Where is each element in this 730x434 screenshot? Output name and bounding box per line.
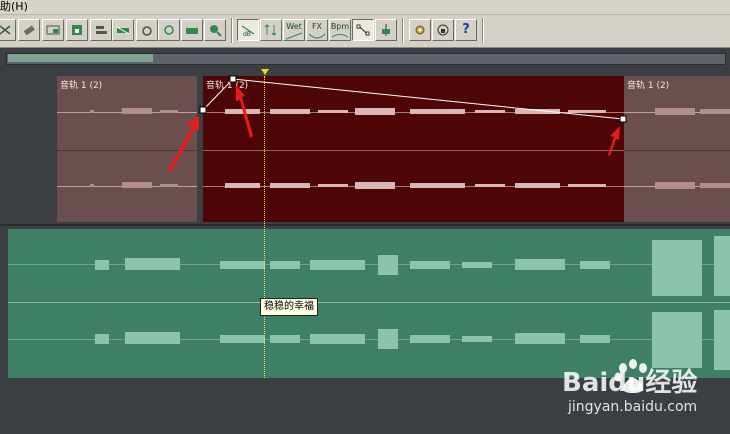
watermark-url: jingyan.baidu.com — [568, 399, 698, 415]
annotation-arrow-icon — [608, 126, 620, 156]
baidu-watermark-logo: Baidu经验 — [562, 359, 697, 398]
clip-name-tooltip: 稳稳的幸福 — [260, 298, 318, 316]
annotation-arrow-icon — [168, 116, 199, 172]
annotation-arrow-icon — [236, 85, 253, 138]
svg-text:Baidu经验: Baidu经验 — [562, 367, 697, 398]
